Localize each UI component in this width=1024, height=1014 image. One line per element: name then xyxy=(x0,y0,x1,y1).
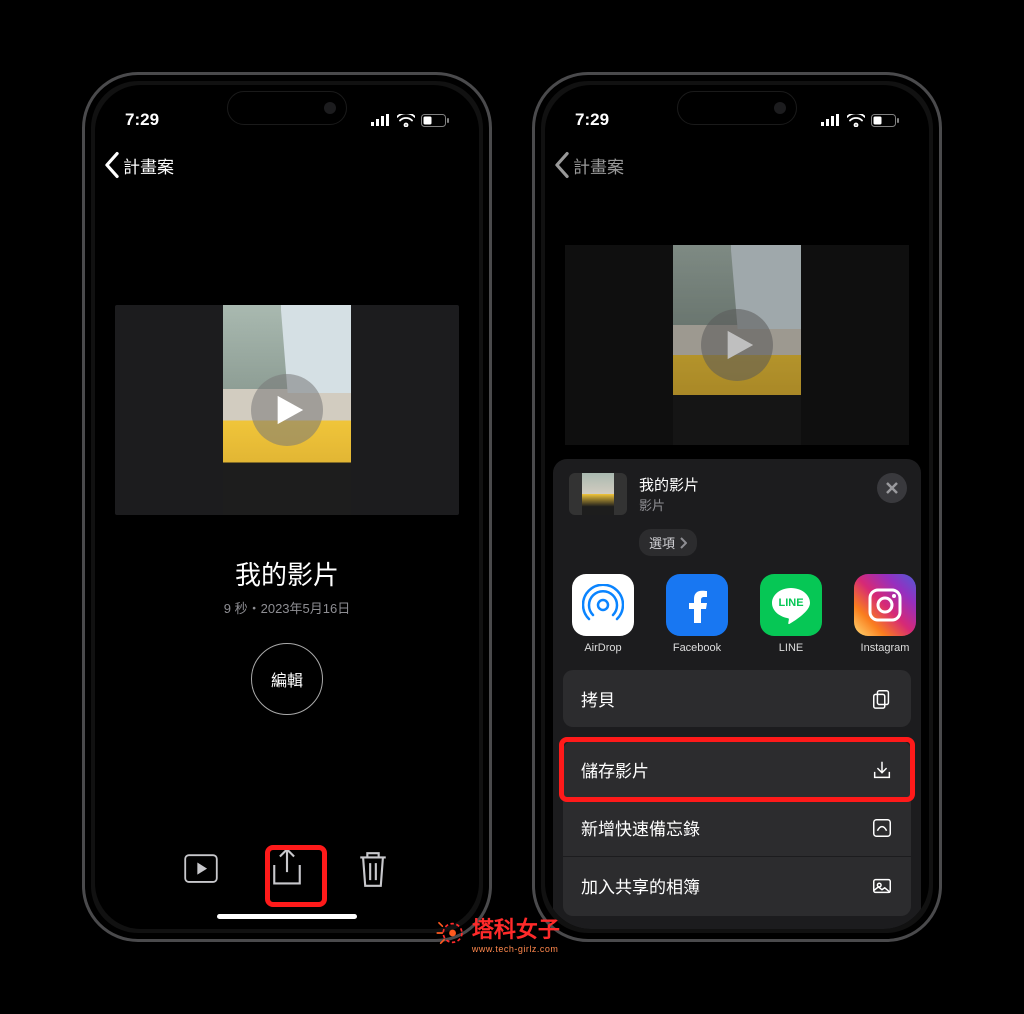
action-list: 拷貝 儲存影片 新增快速備忘錄 加入共享的相簿 xyxy=(553,662,921,916)
facebook-icon xyxy=(679,587,715,623)
sheet-title: 我的影片 xyxy=(639,474,699,495)
video-title: 我的影片 xyxy=(95,555,479,592)
sheet-thumbnail xyxy=(569,473,627,515)
share-sheet: 我的影片 影片 選項 AirDrop Facebook xyxy=(553,459,921,929)
delete-button[interactable] xyxy=(356,852,390,886)
share-targets-row[interactable]: AirDrop Facebook LINE LINE Instagram xyxy=(553,556,921,662)
action-quick-note[interactable]: 新增快速備忘錄 xyxy=(563,799,911,856)
video-preview-dimmed xyxy=(565,245,909,445)
action-copy[interactable]: 拷貝 xyxy=(563,670,911,727)
download-icon xyxy=(871,759,893,781)
svg-text:LINE: LINE xyxy=(778,597,803,609)
share-target-instagram[interactable]: Instagram xyxy=(849,574,921,654)
share-target-line[interactable]: LINE LINE xyxy=(755,574,827,654)
cellular-icon xyxy=(821,114,841,126)
note-icon xyxy=(871,817,893,839)
instagram-icon xyxy=(865,585,905,625)
toolbar xyxy=(95,837,479,901)
trash-icon xyxy=(356,849,390,889)
status-time: 7:29 xyxy=(575,110,609,130)
nav-bar: 計畫案 xyxy=(545,143,929,187)
share-button[interactable] xyxy=(270,852,304,886)
play-button[interactable] xyxy=(701,309,773,381)
share-label: AirDrop xyxy=(567,642,639,654)
wifi-icon xyxy=(847,114,865,127)
action-save-video[interactable]: 儲存影片 xyxy=(563,741,911,798)
play-icon xyxy=(272,393,306,427)
battery-icon xyxy=(421,114,449,127)
play-icon xyxy=(722,328,756,362)
dynamic-island xyxy=(227,91,347,125)
album-icon xyxy=(871,875,893,897)
play-button[interactable] xyxy=(251,374,323,446)
share-target-airdrop[interactable]: AirDrop xyxy=(567,574,639,654)
battery-icon xyxy=(871,114,899,127)
phone-right: 7:29 計畫案 我的影片 影片 xyxy=(532,72,942,942)
chevron-right-icon xyxy=(679,537,687,549)
play-box-icon xyxy=(184,854,218,883)
phone-left: 7:29 計畫案 我的影片 9 秒・2023年5月16日 編輯 xyxy=(82,72,492,942)
back-label: 計畫案 xyxy=(123,153,174,178)
video-preview[interactable] xyxy=(115,305,459,515)
dynamic-island xyxy=(677,91,797,125)
wifi-icon xyxy=(397,114,415,127)
share-label: LINE xyxy=(755,642,827,654)
play-toolbar-button[interactable] xyxy=(184,852,218,886)
sheet-type: 影片 xyxy=(639,495,699,514)
chevron-left-icon xyxy=(553,151,571,179)
edit-button[interactable]: 編輯 xyxy=(251,643,323,715)
share-icon xyxy=(270,848,304,891)
back-label: 計畫案 xyxy=(573,153,624,178)
airdrop-icon xyxy=(582,584,624,626)
options-button[interactable]: 選項 xyxy=(639,529,697,556)
share-label: Facebook xyxy=(661,642,733,654)
status-time: 7:29 xyxy=(125,110,159,130)
cellular-icon xyxy=(371,114,391,126)
share-label: Instagram xyxy=(849,642,921,654)
back-button[interactable]: 計畫案 xyxy=(103,151,174,179)
watermark-icon xyxy=(434,916,468,950)
video-info: 我的影片 9 秒・2023年5月16日 編輯 xyxy=(95,555,479,715)
close-button[interactable] xyxy=(877,473,907,503)
watermark: 塔科女子 www.tech-girlz.com xyxy=(434,912,560,954)
action-add-shared-album[interactable]: 加入共享的相簿 xyxy=(563,857,911,916)
video-subtitle: 9 秒・2023年5月16日 xyxy=(95,598,479,617)
close-icon xyxy=(885,481,899,495)
line-icon: LINE xyxy=(768,582,814,628)
nav-bar: 計畫案 xyxy=(95,143,479,187)
home-indicator[interactable] xyxy=(217,914,357,919)
chevron-left-icon xyxy=(103,151,121,179)
share-target-facebook[interactable]: Facebook xyxy=(661,574,733,654)
back-button[interactable]: 計畫案 xyxy=(553,151,624,179)
copy-icon xyxy=(871,688,893,710)
